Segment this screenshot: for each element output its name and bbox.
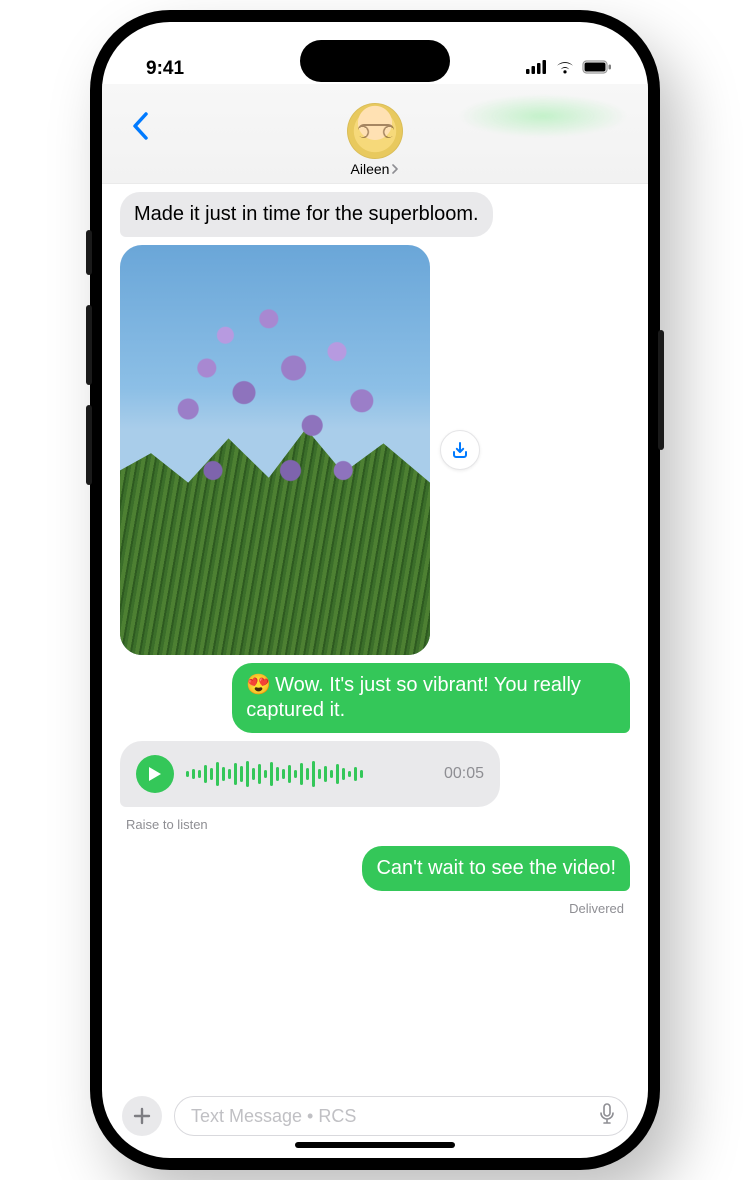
audio-duration: 00:05 — [444, 765, 484, 783]
dictation-button[interactable] — [599, 1103, 615, 1130]
download-icon — [450, 440, 470, 460]
message-emoji: 😍 — [246, 674, 271, 696]
back-button[interactable] — [120, 106, 160, 146]
audio-play-button[interactable] — [136, 755, 174, 793]
incoming-text-bubble[interactable]: Made it just in time for the superbloom. — [120, 192, 493, 237]
message-row: 😍Wow. It's just so vibrant! You really c… — [120, 663, 630, 733]
message-row: 00:05 — [120, 741, 630, 807]
message-text: Wow. It's just so vibrant! You really ca… — [246, 674, 581, 721]
chevron-left-icon — [131, 112, 149, 140]
contact-avatar[interactable] — [347, 103, 403, 159]
cellular-icon — [526, 58, 548, 80]
chevron-right-icon — [391, 164, 399, 174]
status-time: 9:41 — [146, 58, 184, 80]
play-icon — [148, 766, 162, 782]
conversation-scroll[interactable]: Made it just in time for the superbloom. — [102, 184, 648, 1084]
wifi-icon — [555, 58, 575, 80]
side-button — [86, 230, 92, 275]
message-text: Can't wait to see the video! — [376, 857, 616, 879]
home-indicator[interactable] — [295, 1142, 455, 1148]
contact-name-button[interactable]: Aileen — [102, 161, 648, 177]
screen: 9:41 Aileen — [102, 22, 648, 1158]
message-input[interactable]: Text Message • RCS — [174, 1096, 628, 1136]
message-row: Made it just in time for the superbloom. — [120, 192, 630, 237]
save-image-button[interactable] — [440, 430, 480, 470]
plus-icon — [133, 1107, 151, 1125]
device-frame: 9:41 Aileen — [90, 10, 660, 1170]
volume-up-button — [86, 305, 92, 385]
volume-down-button — [86, 405, 92, 485]
image-flowers — [120, 245, 430, 655]
message-row — [120, 245, 630, 655]
battery-icon — [582, 58, 612, 80]
conversation-header: Aileen — [102, 84, 648, 184]
power-button — [658, 330, 664, 450]
audio-waveform[interactable] — [186, 759, 432, 789]
incoming-image-bubble[interactable] — [120, 245, 430, 655]
outgoing-text-bubble[interactable]: Can't wait to see the video! — [362, 846, 630, 891]
delivery-status-label: Delivered — [120, 901, 624, 916]
message-row: Can't wait to see the video! — [120, 846, 630, 891]
audio-hint-label: Raise to listen — [126, 817, 630, 832]
header-glow — [458, 94, 628, 138]
outgoing-text-bubble[interactable]: 😍Wow. It's just so vibrant! You really c… — [232, 663, 630, 733]
attach-button[interactable] — [122, 1096, 162, 1136]
contact-name: Aileen — [351, 161, 390, 177]
message-text: Made it just in time for the superbloom. — [134, 203, 479, 225]
incoming-audio-bubble[interactable]: 00:05 — [120, 741, 500, 807]
message-input-placeholder: Text Message • RCS — [191, 1106, 356, 1127]
dynamic-island — [300, 40, 450, 82]
microphone-icon — [599, 1103, 615, 1125]
